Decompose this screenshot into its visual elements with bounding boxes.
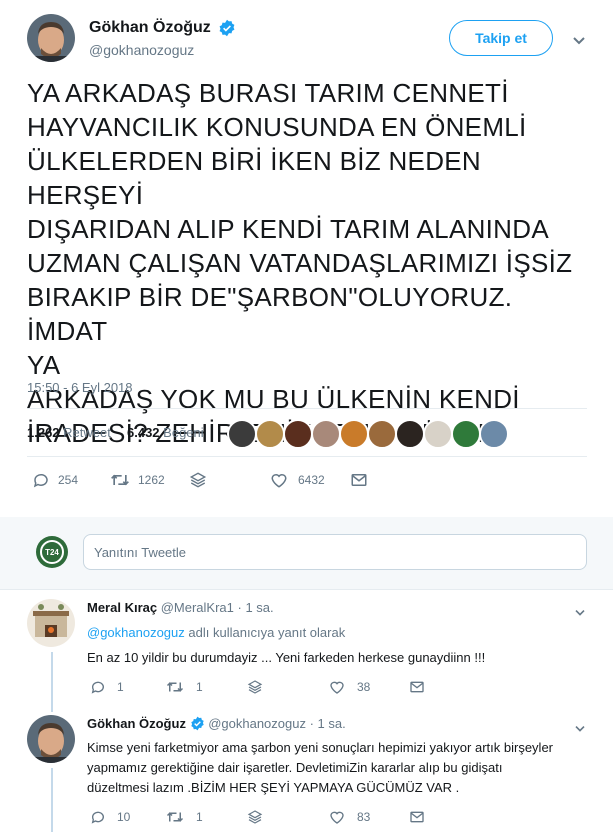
retweet-action-count: 1262 [138, 473, 165, 487]
reply-icon [90, 679, 106, 695]
follow-button[interactable]: Takip et [449, 20, 553, 56]
retweet-count: 1.262 [27, 425, 60, 440]
liker-avatars [227, 419, 509, 449]
message-action[interactable] [350, 471, 368, 489]
stack-icon [247, 679, 263, 695]
liker-avatar[interactable] [311, 419, 341, 449]
retweet-icon [110, 471, 130, 489]
stack-action[interactable] [247, 679, 263, 695]
verified-badge-icon [218, 19, 236, 42]
retweet-action[interactable]: 1 [166, 679, 203, 695]
retweet-count: 1 [196, 810, 203, 824]
envelope-icon [350, 471, 368, 489]
like-count: 83 [357, 810, 371, 824]
reply-avatar[interactable] [27, 599, 75, 647]
like-label: Beğeni [163, 425, 204, 440]
liker-avatar[interactable] [283, 419, 313, 449]
liker-avatar[interactable] [339, 419, 369, 449]
reply-avatar[interactable] [27, 715, 75, 763]
divider [0, 589, 613, 590]
like-action[interactable]: 38 [329, 679, 370, 695]
replying-to: @gokhanozoguz adlı kullanıcıya yanıt ola… [87, 625, 345, 640]
envelope-icon [409, 679, 425, 695]
liker-avatar[interactable] [479, 419, 509, 449]
message-action[interactable] [409, 809, 425, 825]
reply-author-name[interactable]: Meral Kıraç [87, 600, 157, 615]
reply-action[interactable]: 254 [32, 471, 78, 489]
retweet-stat[interactable]: 1.262 Retweet [27, 425, 111, 440]
verified-badge-icon [190, 716, 205, 734]
like-action[interactable]: 6432 [270, 471, 325, 489]
reply-header: Meral Kıraç @MeralKra1 · 1 sa. [87, 600, 274, 615]
like-action[interactable]: 83 [329, 809, 370, 825]
reply-action[interactable]: 1 [90, 679, 124, 695]
retweet-icon [166, 809, 184, 825]
heart-icon [270, 471, 288, 489]
reply-time[interactable]: · 1 sa. [238, 600, 274, 615]
author-handle[interactable]: @gokhanozoguz [89, 42, 194, 58]
divider [27, 456, 587, 457]
stack-icon [247, 809, 263, 825]
tweet-timestamp[interactable]: 15:50 - 6 Eyl 2018 [27, 380, 133, 395]
heart-icon [329, 679, 345, 695]
reply-count: 1 [117, 680, 124, 694]
author-avatar[interactable] [27, 14, 75, 62]
reply-action[interactable]: 10 [90, 809, 130, 825]
liker-avatar[interactable] [227, 419, 257, 449]
chevron-down-icon[interactable] [574, 720, 586, 738]
liker-avatar[interactable] [395, 419, 425, 449]
reply-text: Kimse yeni farketmiyor ama şarbon yeni s… [87, 740, 554, 795]
reply-input[interactable]: Yanıtını Tweetle [83, 534, 587, 570]
retweet-icon [166, 679, 184, 695]
like-action-count: 6432 [298, 473, 325, 487]
composer-avatar: T24 [36, 536, 68, 568]
reply-author-name[interactable]: Gökhan Özoğuz [87, 716, 186, 731]
composer-avatar-text: T24 [45, 547, 59, 557]
reply-count: 10 [117, 810, 131, 824]
message-action[interactable] [409, 679, 425, 695]
like-count: 38 [357, 680, 371, 694]
heart-icon [329, 809, 345, 825]
reply-icon [32, 471, 50, 489]
liker-avatar[interactable] [451, 419, 481, 449]
stack-icon [189, 471, 207, 489]
like-count: 6.432 [127, 425, 160, 440]
reply-author-handle[interactable]: @MeralKra1 [161, 600, 234, 615]
reply-author-handle[interactable]: @gokhanozoguz [208, 716, 306, 731]
chevron-down-icon[interactable] [574, 604, 586, 622]
stack-action[interactable] [247, 809, 263, 825]
retweet-action[interactable]: 1 [166, 809, 203, 825]
envelope-icon [409, 809, 425, 825]
author-name[interactable]: Gökhan Özoğuz [89, 19, 211, 37]
like-stat[interactable]: 6.432 Beğeni [127, 425, 204, 440]
thread-line [51, 652, 53, 712]
liker-avatar[interactable] [367, 419, 397, 449]
thread-line [51, 768, 53, 832]
replying-to-handle[interactable]: @gokhanozoguz [87, 625, 185, 640]
reply-time[interactable]: · 1 sa. [310, 716, 346, 731]
reply-count: 254 [58, 473, 79, 487]
reply-header: Gökhan Özoğuz @gokhanozoguz · 1 sa. [87, 716, 346, 734]
chevron-down-icon[interactable] [572, 33, 586, 51]
divider [27, 408, 587, 409]
retweet-label: Retweet [63, 425, 111, 440]
retweet-count: 1 [196, 680, 203, 694]
stack-action[interactable] [189, 471, 207, 489]
reply-text: En az 10 yildir bu durumdayiz ... Yeni f… [87, 650, 486, 665]
liker-avatar[interactable] [423, 419, 453, 449]
liker-avatar[interactable] [255, 419, 285, 449]
reply-icon [90, 809, 106, 825]
replying-to-label: adlı kullanıcıya yanıt olarak [188, 625, 346, 640]
retweet-action[interactable]: 1262 [110, 471, 165, 489]
